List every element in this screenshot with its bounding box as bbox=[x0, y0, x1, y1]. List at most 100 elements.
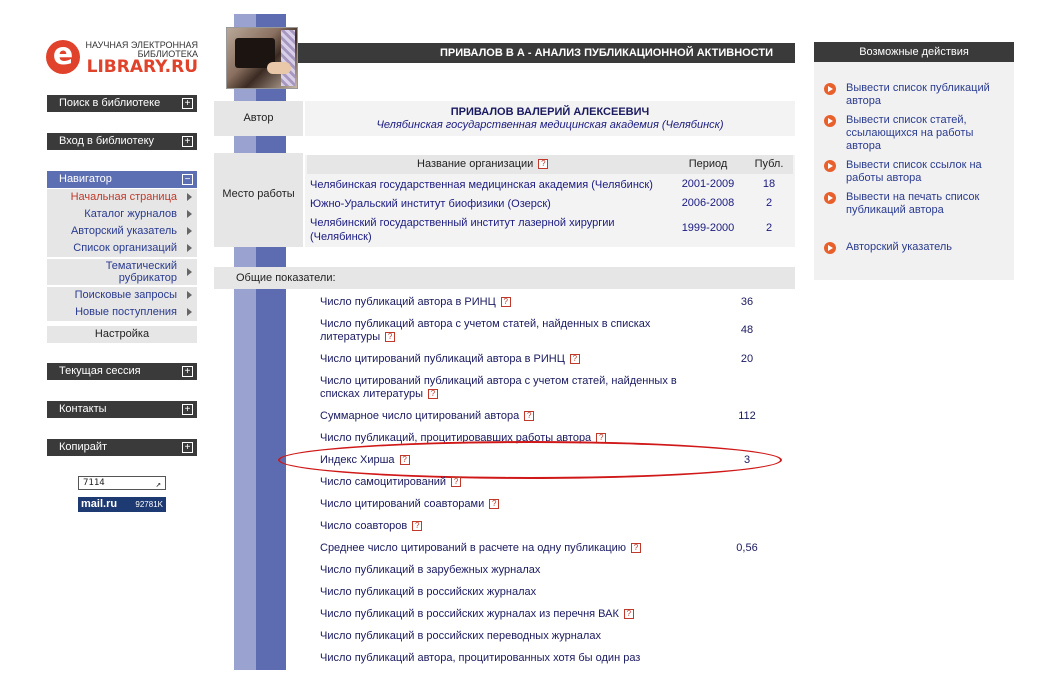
expand-plus-icon[interactable]: + bbox=[182, 98, 193, 109]
menu-contacts-label: Контакты bbox=[59, 403, 107, 415]
logo-name[interactable]: LIBRARY.RU bbox=[84, 57, 198, 77]
arrow-right-icon bbox=[187, 291, 192, 299]
help-icon[interactable]: ? bbox=[412, 521, 423, 531]
arrow-bullet-icon bbox=[824, 242, 836, 254]
indicator-label: Число публикаций автора в РИНЦ? bbox=[320, 296, 700, 309]
help-icon[interactable]: ? bbox=[631, 543, 642, 553]
nav-item-label: Список организаций bbox=[73, 242, 177, 254]
menu-contacts[interactable]: Контакты + bbox=[47, 401, 197, 418]
period: 2006-2008 bbox=[681, 197, 735, 209]
mailru-logo: mail.ru bbox=[81, 498, 118, 510]
visit-counter[interactable]: 7114 ↗ bbox=[78, 476, 166, 490]
nav-item-label: Начальная страница bbox=[70, 191, 177, 203]
nav-item-label: Авторский указатель bbox=[70, 225, 177, 237]
menu-login-library[interactable]: Вход в библиотеку + bbox=[47, 133, 197, 150]
indicator-label: Число цитирований публикаций автора с уч… bbox=[320, 375, 677, 400]
collapse-minus-icon[interactable]: − bbox=[182, 174, 193, 185]
mailru-count: 92781K bbox=[135, 500, 163, 509]
help-icon[interactable]: ? bbox=[451, 477, 462, 487]
org-link[interactable]: Южно-Уральский институт биофизики (Озерс… bbox=[310, 197, 670, 211]
nav-item-author-index[interactable]: Авторский указатель bbox=[47, 223, 197, 240]
expand-plus-icon[interactable]: + bbox=[182, 136, 193, 147]
menu-session-label: Текущая сессия bbox=[59, 365, 141, 377]
page-title: ПРИВАЛОВ В А - АНАЛИЗ ПУБЛИКАЦИОННОЙ АКТ… bbox=[298, 43, 795, 63]
author-label: Автор bbox=[214, 101, 303, 136]
mailru-counter[interactable]: mail.ru 92781K bbox=[78, 497, 166, 512]
indicator-label: Число цитирований соавторами? bbox=[320, 498, 700, 511]
indicator-label: Число соавторов? bbox=[320, 520, 700, 533]
indicator-label: Число публикаций автора с учетом статей,… bbox=[320, 318, 651, 343]
nav-item-rubricator[interactable]: Тематический рубрикатор bbox=[47, 259, 197, 285]
menu-copyright[interactable]: Копирайт + bbox=[47, 439, 197, 456]
nav-item-settings[interactable]: Настройка bbox=[47, 326, 197, 343]
help-icon[interactable]: ? bbox=[623, 609, 634, 619]
nav-item-search-queries[interactable]: Поисковые запросы bbox=[47, 287, 197, 304]
author-organization[interactable]: Челябинская государственная медицинская … bbox=[305, 119, 795, 131]
arrow-bullet-icon bbox=[824, 83, 836, 95]
menu-navigator[interactable]: Навигатор − bbox=[47, 171, 197, 188]
pub-count-link[interactable]: 2 bbox=[749, 222, 789, 234]
arrow-bullet-icon bbox=[824, 192, 836, 204]
org-link[interactable]: Челябинский государственный институт лаз… bbox=[310, 216, 650, 244]
author-name[interactable]: ПРИВАЛОВ ВАЛЕРИЙ АЛЕКСЕЕВИЧ bbox=[305, 106, 795, 118]
help-icon[interactable]: ? bbox=[524, 411, 535, 421]
arrow-right-icon bbox=[187, 268, 192, 276]
menu-search-label: Поиск в библиотеке bbox=[59, 97, 161, 109]
expand-plus-icon[interactable]: + bbox=[182, 442, 193, 453]
org-link[interactable]: Челябинская государственная медицинская … bbox=[310, 178, 670, 192]
pub-count-link[interactable]: 2 bbox=[749, 197, 789, 209]
arrow-bullet-icon bbox=[824, 115, 836, 127]
nav-item-organizations[interactable]: Список организаций bbox=[47, 240, 197, 257]
indicator-label: Число публикаций в российских переводных… bbox=[320, 630, 601, 642]
nav-item-journals[interactable]: Каталог журналов bbox=[47, 206, 197, 223]
menu-search-library[interactable]: Поиск в библиотеке + bbox=[47, 95, 197, 112]
indicators-heading: Общие показатели: bbox=[214, 267, 795, 289]
indicator-label: Среднее число цитирований в расчете на о… bbox=[320, 542, 700, 555]
nav-item-label: Каталог журналов bbox=[84, 208, 177, 220]
counter-value: 7114 bbox=[83, 478, 105, 488]
help-icon[interactable]: ? bbox=[385, 332, 396, 342]
actions-heading: Возможные действия bbox=[814, 42, 1014, 62]
arrow-icon: ↗ bbox=[155, 480, 161, 490]
nav-item-new-arrivals[interactable]: Новые поступления bbox=[47, 304, 197, 321]
author-info: ПРИВАЛОВ ВАЛЕРИЙ АЛЕКСЕЕВИЧ Челябинская … bbox=[305, 101, 795, 136]
nav-item-label: Тематический рубрикатор bbox=[105, 260, 177, 284]
column-count: Публ. bbox=[754, 158, 784, 170]
help-icon[interactable]: ? bbox=[500, 297, 511, 307]
action-list-references[interactable]: Вывести список ссылок на работы автора bbox=[824, 159, 1010, 185]
arrow-right-icon bbox=[187, 308, 192, 316]
indicator-label: Число публикаций в зарубежных журналах bbox=[320, 564, 541, 576]
arrow-right-icon bbox=[187, 227, 192, 235]
indicator-value[interactable]: 112 bbox=[700, 410, 794, 422]
indicator-label: Число публикаций в российских журналах и… bbox=[320, 608, 700, 621]
indicator-value[interactable]: 0,56 bbox=[700, 542, 794, 554]
nav-item-home[interactable]: Начальная страница bbox=[47, 189, 197, 206]
help-icon[interactable]: ? bbox=[489, 499, 500, 509]
header-photo bbox=[226, 27, 298, 89]
menu-current-session[interactable]: Текущая сессия + bbox=[47, 363, 197, 380]
indicator-value[interactable]: 20 bbox=[700, 353, 794, 365]
menu-login-label: Вход в библиотеку bbox=[59, 135, 154, 147]
action-print-publications[interactable]: Вывести на печать список публикаций авто… bbox=[824, 191, 1010, 217]
period: 2001-2009 bbox=[681, 178, 735, 190]
expand-plus-icon[interactable]: + bbox=[182, 404, 193, 415]
indicator-value[interactable]: 48 bbox=[700, 324, 794, 336]
action-list-citing-articles[interactable]: Вывести список статей, ссылающихся на ра… bbox=[824, 114, 1010, 153]
elibrary-logo-e[interactable]: e bbox=[46, 40, 80, 74]
action-author-index[interactable]: Авторский указатель bbox=[824, 241, 1010, 254]
indicator-value[interactable]: 36 bbox=[700, 296, 794, 308]
indicator-label: Число самоцитирований? bbox=[320, 476, 700, 489]
help-icon[interactable]: ? bbox=[538, 159, 549, 169]
column-org: Название организации? bbox=[417, 155, 549, 174]
menu-navigator-label: Навигатор bbox=[59, 173, 112, 185]
help-icon[interactable]: ? bbox=[427, 389, 438, 399]
expand-plus-icon[interactable]: + bbox=[182, 366, 193, 377]
indicator-label: Число публикаций автора, процитированных… bbox=[320, 652, 641, 664]
pub-count-link[interactable]: 18 bbox=[749, 178, 789, 190]
arrow-right-icon bbox=[187, 244, 192, 252]
action-list-publications[interactable]: Вывести список публикаций автора bbox=[824, 82, 1010, 108]
arrow-right-icon bbox=[187, 210, 192, 218]
help-icon[interactable]: ? bbox=[569, 354, 580, 364]
highlight-ellipse bbox=[278, 441, 782, 479]
workplace-table-header: Название организации? Период Публ. bbox=[307, 155, 793, 174]
